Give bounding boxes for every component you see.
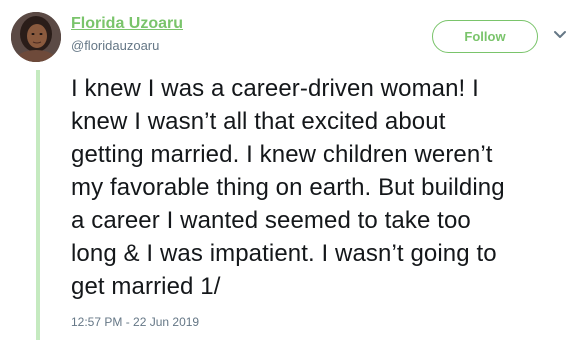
author-handle[interactable]: @floridauzoaru	[71, 38, 159, 53]
avatar-image	[11, 12, 61, 62]
avatar[interactable]	[11, 12, 61, 62]
tweet-timestamp[interactable]: 12:57 PM - 22 Jun 2019	[71, 315, 199, 329]
chevron-down-icon[interactable]	[553, 30, 567, 40]
thread-connector-line	[36, 70, 40, 340]
author-display-name[interactable]: Florida Uzoaru	[71, 15, 183, 33]
follow-button[interactable]: Follow	[432, 20, 538, 53]
follow-button-label: Follow	[464, 29, 506, 44]
tweet-card: Florida Uzoaru @floridauzoaru Follow I k…	[0, 0, 581, 342]
tweet-text: I knew I was a career-driven woman! I kn…	[71, 75, 505, 300]
